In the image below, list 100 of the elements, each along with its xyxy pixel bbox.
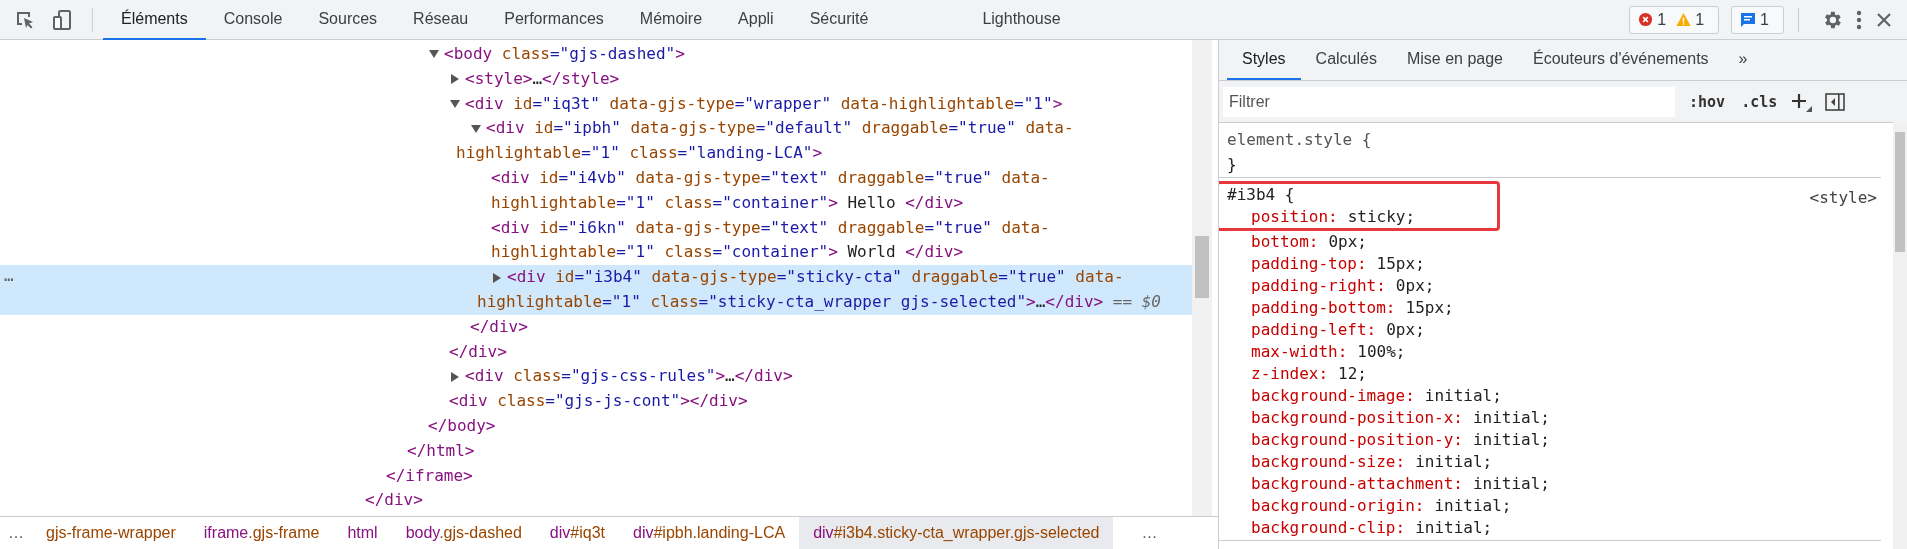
markup-line: highlightable="1" class="sticky-cta_wrapper gjs-selected">…</div> == $0 — [477, 290, 1161, 313]
property-value: 0px; — [1386, 319, 1425, 341]
breadcrumb[interactable]: html — [333, 517, 392, 549]
expand-arrow-icon[interactable] — [493, 272, 501, 283]
markup-line: </div> — [449, 340, 507, 363]
hover-state-button[interactable]: :hov — [1687, 92, 1728, 111]
sidebar-tab[interactable]: Calculés — [1300, 40, 1392, 80]
property-name: padding-bottom: — [1251, 297, 1396, 319]
add-rule-icon[interactable] — [1791, 91, 1814, 112]
property-value: initial; — [1415, 517, 1493, 539]
expand-arrow-icon[interactable] — [451, 74, 459, 85]
scrollbar[interactable] — [1192, 40, 1212, 516]
breadcrumb[interactable]: div#iq3t — [535, 517, 619, 549]
messages-counter[interactable]: 1 — [1731, 5, 1784, 34]
property-name: padding-top: — [1251, 253, 1367, 275]
scrollbar[interactable] — [1893, 122, 1907, 549]
breadcrumb[interactable]: iframe.gjs-frame — [189, 517, 334, 549]
expand-arrow-icon[interactable] — [429, 50, 439, 59]
property-value: 100%; — [1357, 341, 1406, 363]
breadcrumb-overflow[interactable]: … — [0, 524, 32, 542]
breadcrumb[interactable]: gjs-frame-wrapper — [32, 517, 190, 549]
panel-tab[interactable]: Lighthouse — [964, 0, 1079, 40]
message-count: 1 — [1760, 10, 1769, 29]
property-name: z-index: — [1251, 363, 1329, 385]
property-name: background-clip: — [1251, 517, 1406, 539]
property-value: 0px; — [1395, 275, 1435, 297]
dom-node[interactable]: <div id="iq3t" data-gjs-type="wrapper" data-highlightable="1"> — [0, 91, 1192, 117]
markup-line: highlightable="1" class="container"> Hello </div> — [491, 191, 964, 214]
markup-line: </body> — [428, 414, 496, 437]
markup-line: <div id="i4vb" data-gjs-type="text" draggable="true" data- — [491, 167, 1050, 189]
property-value: 0px; — [1328, 231, 1367, 253]
dom-node[interactable]: … <div id="i3b4" data-gjs-type="sticky-cta" draggable="true" data- highlightable="1" class="sticky-cta_wrapper gjs-selected">…</div> == $0 — [0, 265, 1192, 315]
dom-node[interactable]: <div class="gjs-css-rules">…</div> — [0, 364, 1192, 390]
node-actions-icon[interactable]: … — [4, 265, 14, 288]
markup-line: </iframe> — [386, 464, 473, 487]
warning-count: 1 — [1695, 10, 1705, 29]
issues-counter[interactable]: 1 1 — [1629, 5, 1720, 34]
expand-arrow-icon[interactable] — [471, 124, 481, 133]
property-value: initial; — [1434, 495, 1512, 517]
dom-node[interactable]: <div id="i4vb" data-gjs-type="text" draggable="true" data- highlightable="1" class="container"> Hello </div> — [0, 166, 1192, 216]
property-name: background-origin: — [1251, 495, 1425, 517]
panel-tab[interactable]: Éléments — [103, 0, 206, 40]
property-value: initial; — [1472, 407, 1550, 429]
property-name: padding-right: — [1251, 275, 1386, 297]
markup-line: <div id="i6kn" data-gjs-type="text" draggable="true" data- — [491, 216, 1050, 239]
property-name: background-position-x: — [1251, 407, 1463, 429]
property-value: 15px; — [1405, 297, 1454, 319]
dom-node[interactable]: <div class="gjs-js-cont"></div> — [0, 389, 1192, 414]
property-value: 12; — [1338, 363, 1367, 385]
panel-tab[interactable]: Appli — [720, 0, 792, 40]
breadcrumb-overflow[interactable]: … — [1133, 524, 1166, 542]
property-name: position: — [1251, 206, 1338, 228]
property-value: initial; — [1472, 429, 1550, 451]
filter-field[interactable]: Filtrer — [1223, 86, 1675, 117]
property-value: initial; — [1415, 451, 1493, 473]
markup-line: </div> — [365, 489, 423, 512]
property-value: sticky; — [1347, 206, 1416, 228]
markup-line: <body class="gjs-dashed"> — [444, 43, 685, 65]
dom-node[interactable]: <body class="gjs-dashed"> — [0, 42, 1192, 67]
sidebar-tab[interactable]: Écouteurs d'événements — [1518, 40, 1724, 80]
warning-icon — [1676, 12, 1692, 27]
panel-tab[interactable]: Mémoire — [621, 0, 721, 40]
breadcrumb[interactable]: div#i3b4.sticky-cta_wrapper.gjs-selected — [799, 517, 1114, 549]
property-value: 15px; — [1376, 253, 1425, 275]
panel-tab[interactable]: Performances — [486, 0, 622, 40]
property-name: background-position-y: — [1251, 429, 1463, 451]
error-count: 1 — [1657, 10, 1667, 29]
message-icon — [1740, 11, 1757, 28]
markup-line: highlightable="1" class="container"> World </div> — [491, 241, 964, 264]
markup-line: </html> — [407, 439, 475, 462]
property-name: padding-left: — [1251, 319, 1377, 341]
dom-node[interactable]: <div id="ipbh" data-gjs-type="default" draggable="true" data- highlightable="1" class="landing-LCA"> — [0, 116, 1192, 166]
panel-tab[interactable]: Sécurité — [791, 0, 887, 40]
markup-line: <div class="gjs-css-rules">…</div> — [465, 365, 793, 388]
dom-node[interactable]: <div id="i6kn" data-gjs-type="text" draggable="true" data- highlightable="1" class="container"> World </div> — [0, 215, 1192, 266]
class-button[interactable]: .cls — [1739, 92, 1780, 111]
property-name: max-width: — [1251, 341, 1348, 363]
markup-line: <div id="i3b4" data-gjs-type="sticky-cta" draggable="true" data- — [507, 266, 1124, 289]
rule-source-link[interactable]: <style> — [1809, 188, 1877, 207]
sidebar-toggle-icon[interactable] — [1825, 91, 1846, 112]
property-value: initial; — [1424, 385, 1502, 407]
property-name: background-image: — [1251, 385, 1415, 407]
property-name: background-attachment: — [1251, 473, 1463, 495]
close-icon[interactable] — [1875, 10, 1893, 29]
sidebar-tab[interactable]: Mise en page — [1391, 40, 1518, 80]
closing-brace: } — [1227, 155, 1237, 174]
device-icon[interactable] — [52, 8, 74, 31]
breadcrumb[interactable]: div#ipbh.landing-LCA — [619, 517, 800, 549]
error-icon — [1638, 12, 1654, 27]
dom-node[interactable]: <style>…</style> — [0, 66, 1192, 92]
more-tabs-button[interactable]: » — [1723, 40, 1763, 80]
panel-tab[interactable]: Réseau — [395, 0, 487, 40]
property-value: initial; — [1472, 473, 1550, 495]
expand-arrow-icon[interactable] — [450, 100, 460, 108]
breadcrumb[interactable]: body.gjs-dashed — [391, 517, 536, 549]
more-options-icon[interactable] — [1855, 8, 1863, 31]
expand-arrow-icon[interactable] — [451, 371, 459, 382]
markup-line: </div> — [470, 315, 528, 338]
panel-tab[interactable]: Sources — [300, 0, 396, 40]
panel-tab[interactable]: Console — [205, 0, 301, 40]
